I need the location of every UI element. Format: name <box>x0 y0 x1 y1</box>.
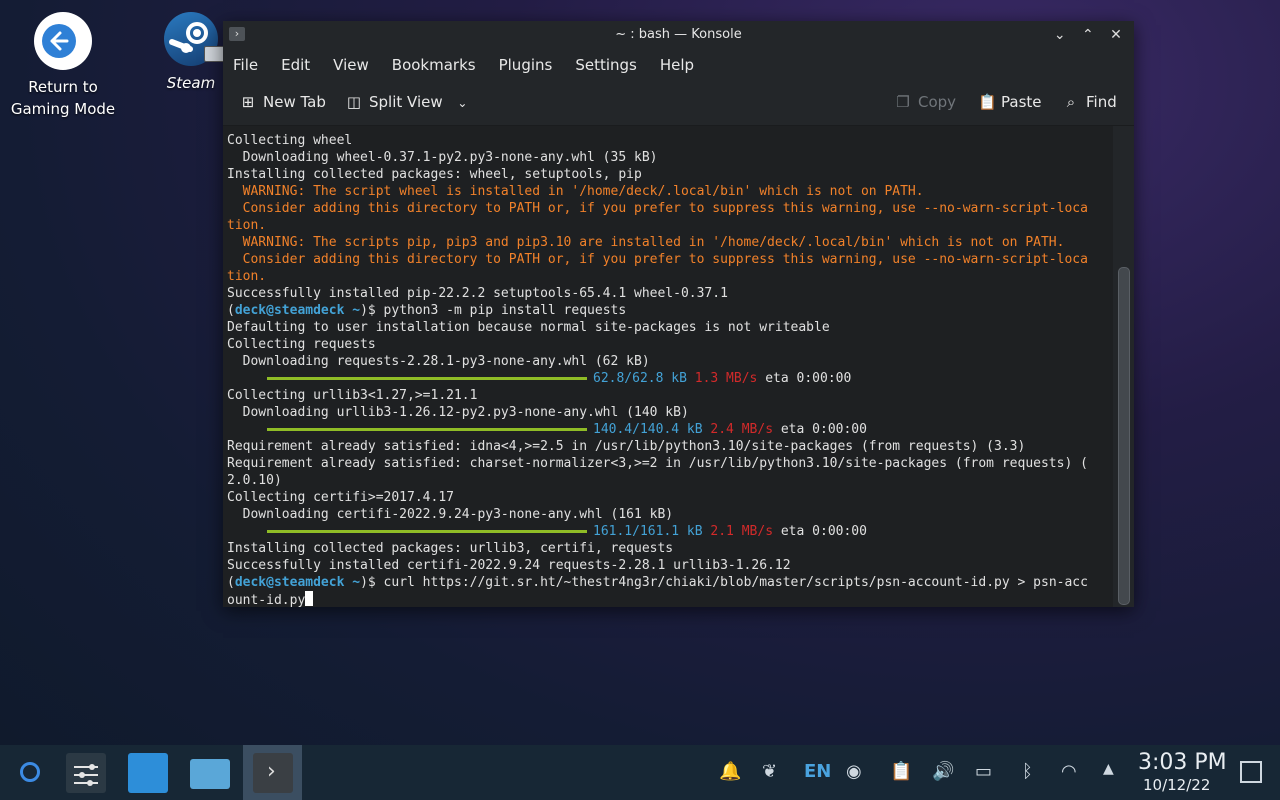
maximize-icon[interactable]: ⌃ <box>1076 21 1100 49</box>
terminal-line: Collecting certifi>=2017.4.17 <box>227 490 454 505</box>
toolbar: ⊞ New Tab ◫ Split View ⌄ ❐ Copy 📋 Paste ⌕ Fin… <box>223 79 1134 126</box>
menu-settings[interactable]: Settings <box>575 49 637 79</box>
terminal-line: Requirement already satisfied: charset-n… <box>227 456 1088 471</box>
clipboard-icon[interactable]: 📋 <box>890 761 912 782</box>
discover-store-icon <box>128 753 168 793</box>
menu-bar: File Edit View Bookmarks Plugins Setting… <box>223 49 1134 79</box>
progress-line: 62.8/62.8 kB 1.3 MB/s eta 0:00:00 <box>227 370 1113 387</box>
keyboard-layout-indicator[interactable]: EN <box>804 761 831 782</box>
taskbar-konsole[interactable]: › <box>243 745 302 800</box>
konsole-app-icon[interactable]: › <box>229 27 245 41</box>
window-title: ~ : bash — Konsole <box>615 27 742 42</box>
progress-bar <box>267 377 587 380</box>
battery-icon[interactable]: ▭ <box>975 761 992 782</box>
taskbar: › 🔔 ❦ EN ◉ 📋 🔊 ▭ ᛒ ◠ ▲ 3:03 PM 10/12/22 <box>0 745 1280 800</box>
menu-view[interactable]: View <box>333 49 369 79</box>
terminal-line: Successfully installed pip-22.2.2 setupt… <box>227 286 728 301</box>
progress-bar <box>267 530 587 533</box>
steam-shortcut[interactable]: Steam <box>155 12 228 94</box>
terminal-line: Downloading requests-2.28.1-py3-none-any… <box>227 354 650 369</box>
search-icon: ⌕ <box>1066 93 1076 111</box>
terminal-line: Defaulting to user installation because … <box>227 320 830 335</box>
copy-icon: ❐ <box>896 93 910 111</box>
taskbar-dolphin[interactable] <box>182 745 238 800</box>
title-bar[interactable]: › ~ : bash — Konsole ⌄ ⌃ ✕ <box>223 21 1134 49</box>
terminal-line: Collecting requests <box>227 337 376 352</box>
menu-plugins[interactable]: Plugins <box>499 49 553 79</box>
terminal-warning: WARNING: The scripts pip, pip3 and pip3.… <box>227 235 1065 250</box>
terminal-line: Downloading wheel-0.37.1-py2.py3-none-an… <box>227 150 658 165</box>
vault-plant-icon[interactable]: ❦ <box>762 761 777 782</box>
steam-logo-icon <box>164 12 228 66</box>
scrollbar-thumb[interactable] <box>1118 267 1130 605</box>
clock-time[interactable]: 3:03 PM <box>1138 750 1227 775</box>
chevron-down-icon[interactable]: ⌄ <box>457 96 467 110</box>
copy-button[interactable]: ❐ Copy <box>895 79 956 125</box>
system-settings-icon <box>66 753 106 793</box>
volume-icon[interactable]: 🔊 <box>932 761 954 782</box>
menu-help[interactable]: Help <box>660 49 694 79</box>
terminal-line: Collecting wheel <box>227 133 353 148</box>
progress-bar <box>267 428 587 431</box>
application-launcher-button[interactable] <box>14 745 44 800</box>
split-view-icon: ◫ <box>346 93 362 111</box>
terminal-icon: › <box>253 753 293 793</box>
return-label: Return to Gaming Mode <box>10 78 116 118</box>
minimize-icon[interactable]: ⌄ <box>1048 21 1072 49</box>
paste-button[interactable]: 📋 Paste <box>978 79 1042 125</box>
steamdeck-logo-icon <box>20 762 40 782</box>
find-button[interactable]: ⌕ Find <box>1063 79 1117 125</box>
notifications-icon[interactable]: 🔔 <box>719 761 741 782</box>
wifi-icon[interactable]: ◠ <box>1061 761 1077 782</box>
new-tab-icon: ⊞ <box>241 93 255 111</box>
menu-edit[interactable]: Edit <box>281 49 310 79</box>
command-text: curl https://git.sr.ht/~thestr4ng3r/chia… <box>383 575 1088 590</box>
text-cursor <box>305 591 314 606</box>
close-icon[interactable]: ✕ <box>1104 21 1128 49</box>
terminal-warning: tion. <box>227 269 267 284</box>
bluetooth-icon[interactable]: ᛒ <box>1022 761 1033 782</box>
return-to-gaming-mode-shortcut[interactable]: Return to Gaming Mode <box>2 12 124 120</box>
terminal-line: Successfully installed certifi-2022.9.24… <box>227 558 791 573</box>
terminal-warning: Consider adding this directory to PATH o… <box>227 252 1088 267</box>
terminal-line: Installing collected packages: wheel, se… <box>227 167 642 182</box>
command-text: python3 -m pip install requests <box>383 303 627 318</box>
terminal-output[interactable]: Collecting wheel Downloading wheel-0.37.… <box>223 126 1113 607</box>
terminal-prompt: (deck@steamdeck ~)$ python3 -m pip insta… <box>227 303 627 318</box>
progress-line: 161.1/161.1 kB 2.1 MB/s eta 0:00:00 <box>227 523 1113 540</box>
steam-label: Steam <box>166 74 216 92</box>
terminal-warning: tion. <box>227 218 267 233</box>
menu-file[interactable]: File <box>233 49 258 79</box>
split-view-button[interactable]: ◫ Split View ⌄ <box>346 79 468 125</box>
expand-tray-icon[interactable]: ▲ <box>1103 761 1114 777</box>
terminal-line: Requirement already satisfied: idna<4,>=… <box>227 439 1026 454</box>
steam-tray-icon[interactable]: ◉ <box>846 761 862 782</box>
scrollbar[interactable] <box>1113 126 1134 607</box>
terminal-input-line[interactable]: ount-id.py <box>227 591 1113 607</box>
terminal-line: Collecting urllib3<1.27,>=1.21.1 <box>227 388 478 403</box>
terminal-line: Installing collected packages: urllib3, … <box>227 541 674 556</box>
paste-icon: 📋 <box>978 93 997 111</box>
terminal-line: Downloading certifi-2022.9.24-py3-none-a… <box>227 507 674 522</box>
terminal-warning: WARNING: The script wheel is installed i… <box>227 184 924 199</box>
terminal-prompt: (deck@steamdeck ~)$ curl https://git.sr.… <box>227 575 1088 590</box>
taskbar-discover[interactable] <box>120 745 176 800</box>
terminal-warning: Consider adding this directory to PATH o… <box>227 201 1088 216</box>
return-arrow-icon <box>34 12 92 70</box>
terminal-line: 2.0.10) <box>227 473 282 488</box>
terminal-line: Downloading urllib3-1.26.12-py2.py3-none… <box>227 405 689 420</box>
progress-line: 140.4/140.4 kB 2.4 MB/s eta 0:00:00 <box>227 421 1113 438</box>
new-tab-button[interactable]: ⊞ New Tab <box>240 79 326 125</box>
taskbar-settings[interactable] <box>58 745 114 800</box>
show-desktop-button[interactable] <box>1240 761 1262 783</box>
konsole-window: › ~ : bash — Konsole ⌄ ⌃ ✕ File Edit Vie… <box>223 21 1134 607</box>
clock-date[interactable]: 10/12/22 <box>1143 776 1210 794</box>
menu-bookmarks[interactable]: Bookmarks <box>392 49 476 79</box>
folder-icon <box>190 759 230 789</box>
